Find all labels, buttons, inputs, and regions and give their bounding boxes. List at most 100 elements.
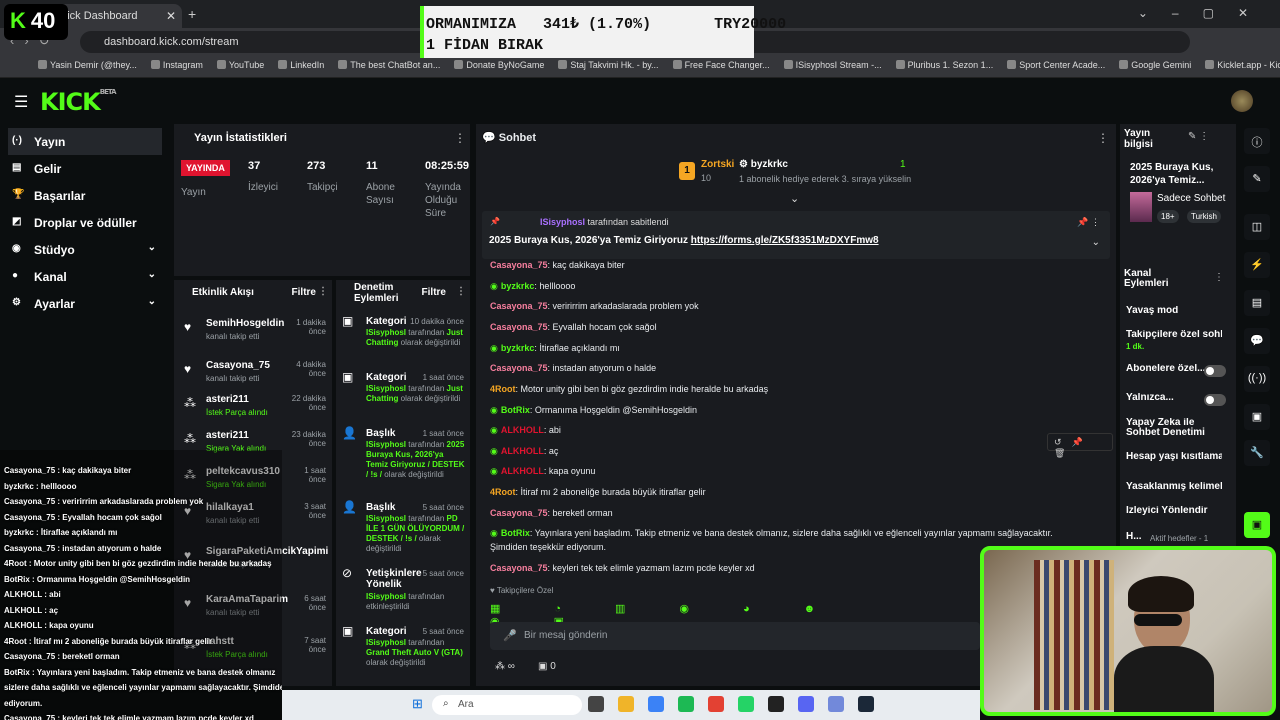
new-tab-icon[interactable]: + [188,6,196,22]
taskbar-search[interactable]: Ara [432,695,582,715]
chat-message[interactable]: ◉ ALKHOLL: kapa oyunu [490,466,595,477]
channel-actions-title: Kanal Eylemleri [1124,268,1169,289]
channel-action-item[interactable]: Yapay Zeka ile Sohbet Denetimi [1126,418,1212,438]
heart-icon: ♥ [184,320,192,334]
channel-action-item[interactable]: Takipçilere özel sohbet [1126,330,1222,340]
nav-item-0[interactable]: (·) Yayın [8,128,162,155]
taskbar-app-icon[interactable] [708,696,724,712]
chat-message[interactable]: Casayona_75: instadan atıyorum o halde [490,363,656,373]
chat-message[interactable]: Casayona_75: bereketl orman [490,508,613,518]
overlay-chat-line: 4Root : Motor unity gibi ben bi göz gezd… [4,559,272,568]
unpin-icon[interactable]: 📌 ⋮ [1077,217,1100,228]
chat-message[interactable]: 4Root: İtiraf mı 2 aboneliğe burada büyü… [490,487,706,497]
k-letter: K [10,8,26,33]
taskbar-app-icon[interactable] [828,696,844,712]
close-tab-icon[interactable]: ✕ [166,9,176,23]
rail-icon[interactable]: ⚡ [1244,252,1270,278]
points-icon[interactable]: ⁂ ∞ [495,661,515,672]
moderation-filter-button[interactable]: Filtre [422,287,446,298]
moderation-icon: ⊘ [342,566,353,580]
nav-item-4[interactable]: ◉ Stüdyo ⌄ [0,236,170,263]
category-thumbnail [1130,192,1152,222]
chevron-down-icon[interactable]: ⌄ [148,242,156,253]
chat-message[interactable]: ◉ BotRix: Ormanıma Hoşgeldin @SemihHosgel… [490,405,697,416]
bookmark-item[interactable]: Instagram [150,60,203,77]
nav-item-3[interactable]: ◩ Droplar ve ödüller [0,209,170,236]
chevron-down-icon[interactable]: ⌄ [790,192,799,205]
rail-icon[interactable]: ▣ [1244,512,1270,538]
rail-icon[interactable]: ▣ [1244,404,1270,430]
rail-icon[interactable]: 💬 [1244,328,1270,354]
taskbar-app-icon[interactable] [588,696,604,712]
more-icon[interactable]: ⋮ [318,286,328,297]
bookmark-item[interactable]: Donate ByNoGame [454,60,544,77]
bookmark-item[interactable]: Yasin Demir (@they... [38,60,137,77]
more-icon[interactable]: ⋮ [1097,131,1109,145]
taskbar-app-icon[interactable] [678,696,694,712]
taskbar-app-icon[interactable] [798,696,814,712]
nav-item-5[interactable]: ● Kanal ⌄ [0,263,170,290]
chat-text: Şimdiden teşekkür ediyorum. [490,542,607,552]
channel-action-item[interactable]: Hesap yaşı kısıtlama [1126,452,1222,462]
message-actions[interactable]: ↺📌🗑 [1047,433,1113,458]
chat-message[interactable]: Casayona_75: Eyvallah hocam çok sağol [490,322,657,332]
chat-message[interactable]: ◉ byzkrkc: İtiraflae açıklandı mı [490,343,620,354]
mic-icon[interactable]: 🎤 [503,629,517,642]
bookmark-item[interactable]: Staj Takvimi Hk. - by... [558,60,659,77]
bookmark-item[interactable]: Sport Center Acade... [1007,60,1105,77]
more-icon[interactable]: ⋮ [456,286,466,297]
rail-icon[interactable]: ((·)) [1244,366,1270,392]
chat-message[interactable]: Casayona_75: keyleri tek tek elimle yazm… [490,563,755,573]
chat-message[interactable]: Casayona_75: veririrrim arkadaslarada pr… [490,301,699,311]
chat-message[interactable]: Şimdiden teşekkür ediyorum. [490,542,606,552]
chat-message[interactable]: ◉ BotRix: Yayınlara yeni başladım. Takip … [490,528,1053,539]
bookmark-item[interactable]: Free Face Changer... [672,60,770,77]
bookmark-item[interactable]: LinkedIn [278,60,324,77]
chevron-down-icon[interactable]: ⌄ [148,296,156,307]
emote-bar[interactable]: ▦◔▥◉◕☻◉▣ [490,602,970,628]
kick-logo[interactable]: KICKBETA [40,88,117,116]
taskbar-app-icon[interactable] [738,696,754,712]
windows-start-icon[interactable]: ⊞ [412,696,423,712]
activity-filter-button[interactable]: Filtre [292,287,316,298]
chat-input[interactable]: Bir mesaj gönderin [490,622,980,650]
bookmark-item[interactable]: The best ChatBot an... [338,60,440,77]
subscribers-only-toggle[interactable] [1204,365,1226,377]
bookmark-item[interactable]: Kicklet.app - Kick C... [1205,60,1280,77]
taskbar-app-icon[interactable] [618,696,634,712]
taskbar-app-icon[interactable] [648,696,664,712]
more-icon[interactable]: ⋮ [1214,272,1224,283]
chat-message[interactable]: Casayona_75: kaç dakikaya biter [490,260,625,270]
chat-message[interactable]: ◉ byzkrkc: hellloooo [490,281,575,292]
nav-item-6[interactable]: ⚙ Ayarlar ⌄ [0,290,170,317]
chat-message[interactable]: ◉ ALKHOLL: aç [490,446,558,457]
emotes-only-toggle[interactable] [1204,394,1226,406]
taskbar-app-icon[interactable] [768,696,784,712]
avatar[interactable] [1231,90,1253,112]
chat-message[interactable]: ◉ ALKHOLL: abi [490,425,561,436]
edit-icon[interactable]: ✎ ⋮ [1188,131,1209,142]
hamburger-icon[interactable]: ☰ [14,92,28,112]
nav-item-1[interactable]: ▤ Gelir [0,155,170,182]
window-controls[interactable]: ⌄–▢✕ [1138,6,1272,20]
chevron-down-icon[interactable]: ⌄ [148,269,156,280]
rail-icon[interactable]: ◫ [1244,214,1270,240]
rail-icon[interactable]: 🔧 [1244,440,1270,466]
chat-message[interactable]: 4Root: Motor unity gibi ben bi göz gezdi… [490,384,768,394]
taskbar-app-icon[interactable] [858,696,874,712]
rail-icon[interactable]: ▤ [1244,290,1270,316]
channel-action-item[interactable]: Yavaş mod [1126,306,1222,316]
channel-action-item[interactable]: Yasaklanmış kelimeler [1126,482,1222,492]
bookmark-item[interactable]: Pluribus 1. Sezon 1... [895,60,993,77]
bookmark-item[interactable]: Google Gemini [1119,60,1191,77]
channel-action-item[interactable]: İzleyici Yönlendir [1126,506,1222,516]
more-icon[interactable]: ⋮ [454,131,466,145]
chevron-down-icon[interactable]: ⌄ [1092,237,1100,248]
pinned-link[interactable]: https://forms.gle/ZK5f3351MzDXYFmw8 [691,235,879,246]
rail-icon[interactable]: ⓘ [1244,128,1270,154]
nav-item-2[interactable]: 🏆 Başarılar [0,182,170,209]
bookmark-item[interactable]: ISisyphosI Stream -... [783,60,882,77]
rail-icon[interactable]: ✎ [1244,166,1270,192]
bookmark-item[interactable]: YouTube [216,60,264,77]
gift-count: 10 [701,173,712,183]
